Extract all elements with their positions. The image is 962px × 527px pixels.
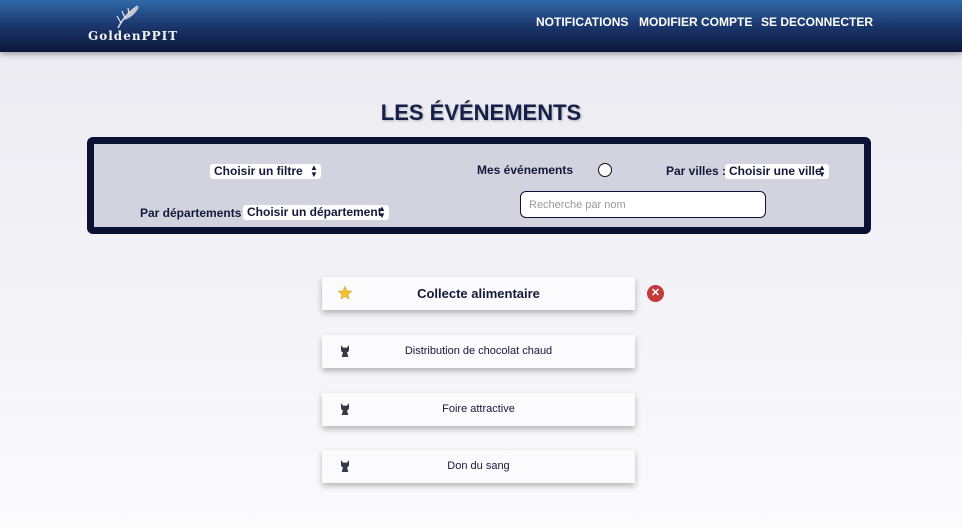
nav-notifications[interactable]: NOTIFICATIONS [536,15,628,29]
event-title: Collecte alimentaire [417,286,540,301]
event-title: Foire attractive [442,403,515,415]
department-label: Par départements : [140,206,249,220]
event-title: Distribution de chocolat chaud [404,345,553,357]
top-navbar: GoldenPPIT NOTIFICATIONS MODIFIER COMPTE… [0,0,962,52]
event-title: Don du sang [447,460,510,472]
department-select-value: Choisir un département [247,205,382,219]
nav-se-deconnecter[interactable]: SE DECONNECTER [761,15,873,29]
filter-panel: Choisir un filtre ▲ ▼ Mes événements Par … [87,137,871,234]
select-arrows-icon: ▲ ▼ [310,163,318,179]
filter-select[interactable]: Choisir un filtre ▲ ▼ [210,164,321,179]
department-select[interactable]: Choisir un département ▲ ▼ [243,205,389,220]
select-arrows-icon: ▲ ▼ [378,204,386,220]
logo[interactable]: GoldenPPIT [88,4,179,46]
my-events-radio[interactable] [598,163,612,177]
search-input[interactable] [520,191,766,218]
logo-text: GoldenPPIT [88,29,179,43]
my-events-label: Mes événements [477,163,574,177]
city-label: Par villes : [666,164,727,178]
event-card[interactable]: Distribution de chocolat chaud [322,335,635,368]
event-card[interactable]: Foire attractive [322,393,635,426]
feather-logo-icon [116,5,139,29]
event-card[interactable]: Collecte alimentaire [322,277,635,310]
remove-event-button[interactable]: ✕ [647,285,664,302]
nav-modifier-compte[interactable]: MODIFIER COMPTE [639,15,752,29]
close-icon: ✕ [650,287,661,299]
page-title: LES ÉVÉNEMENTS [380,100,582,125]
filter-select-value: Choisir un filtre [214,164,303,178]
city-select[interactable]: Choisir une ville ▲ ▼ [725,164,829,179]
city-select-value: Choisir une ville [729,164,822,178]
event-card[interactable]: Don du sang [322,450,635,483]
select-arrows-icon: ▲ ▼ [818,163,826,179]
